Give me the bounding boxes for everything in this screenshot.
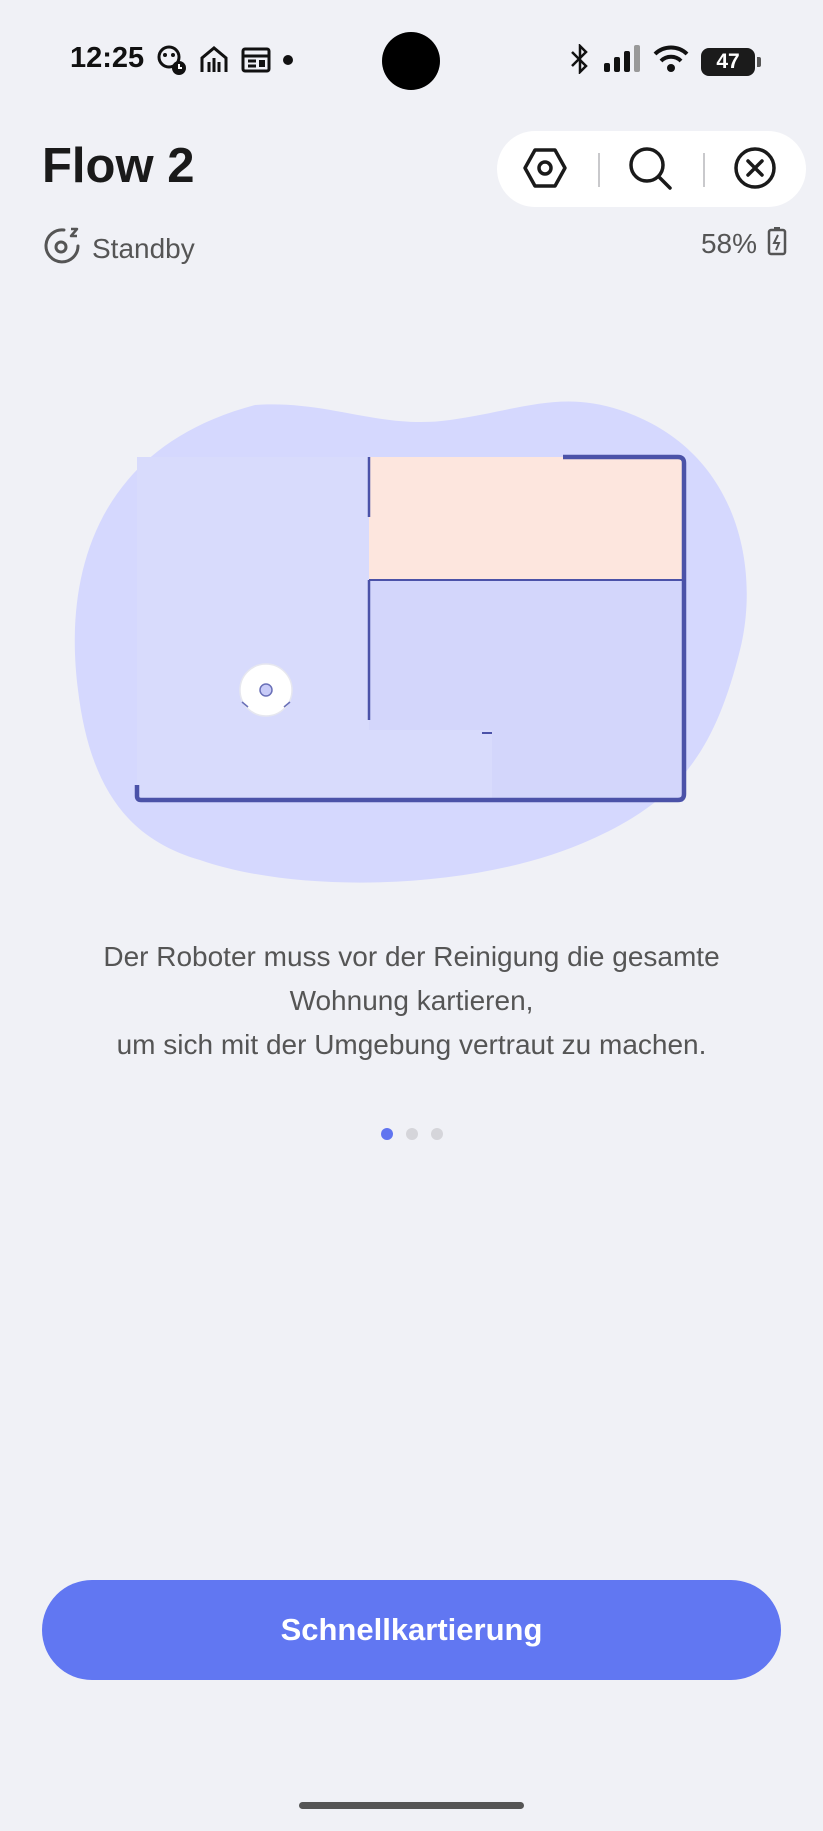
page-indicator [0, 1128, 823, 1140]
quick-mapping-button[interactable]: Schnellkartierung [42, 1580, 781, 1680]
page-title: Flow 2 [42, 139, 195, 193]
app-screen: 12:25 47 Flow 2 Standby 58% Der Roboter … [0, 0, 823, 1831]
close-circle-icon [732, 145, 778, 196]
signal-icon [603, 45, 641, 78]
header-toolbar [497, 131, 806, 207]
notification-icons [156, 44, 294, 81]
monkey-clock-icon [156, 44, 188, 81]
dot-icon [282, 44, 294, 81]
search-icon [627, 145, 673, 196]
status-time: 12:25 [70, 42, 145, 74]
device-status: Standby [42, 226, 195, 271]
onboarding-description: Der Roboter muss vor der Reinigung die g… [40, 935, 783, 1067]
bluetooth-icon [569, 42, 591, 79]
page-dot[interactable] [405, 1128, 418, 1140]
room-floor-right [369, 580, 683, 730]
home-indicator[interactable] [299, 1802, 524, 1809]
device-battery: 58% [701, 226, 787, 261]
camera-cutout [382, 32, 440, 90]
device-state-label: Standby [92, 232, 195, 264]
toolbar-divider [598, 153, 600, 187]
battery-charging-icon [767, 226, 787, 261]
system-icons: 47 [569, 42, 761, 79]
description-line: Wohnung kartieren, [289, 985, 534, 1016]
page-dot-active[interactable] [380, 1128, 393, 1140]
food-delivery-icon [198, 44, 230, 81]
wifi-icon [653, 45, 689, 78]
search-button[interactable] [625, 145, 675, 195]
battery-percentage: 58% [700, 227, 757, 259]
room-floor-bottom [137, 730, 492, 802]
standby-icon [42, 226, 82, 271]
description-line: um sich mit der Umgebung vertraut zu mac… [116, 1029, 707, 1060]
hexagon-settings-icon [522, 145, 568, 196]
map-illustration-svg [74, 401, 747, 883]
description-line: Der Roboter muss vor der Reinigung die g… [103, 941, 720, 972]
page-dot[interactable] [430, 1128, 443, 1140]
room-floor-corner [492, 730, 683, 802]
settings-button[interactable] [520, 145, 570, 195]
status-battery: 47 [701, 47, 761, 76]
room-highlight [369, 457, 683, 580]
mapping-illustration [0, 390, 823, 910]
news-icon [240, 44, 272, 81]
robot-vacuum [239, 663, 293, 717]
toolbar-divider [703, 153, 705, 187]
status-bar: 12:25 47 [0, 0, 823, 110]
close-button[interactable] [730, 145, 780, 195]
